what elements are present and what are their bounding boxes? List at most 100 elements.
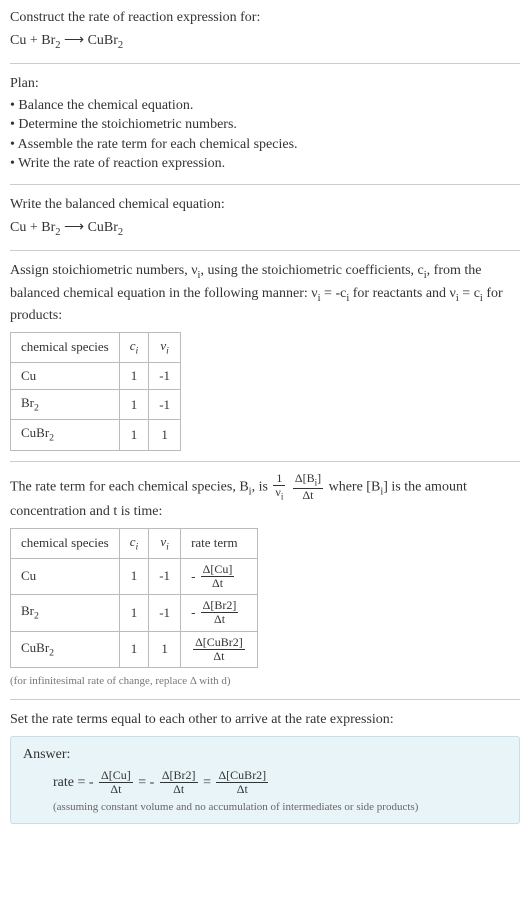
eq-arrow: ⟶ <box>60 33 87 48</box>
equals: = <box>203 774 214 789</box>
col-vi: νi <box>149 332 181 362</box>
col-vi: νi <box>149 528 181 558</box>
cell-ci: 1 <box>119 595 149 631</box>
text: , using the stoichiometric coefficients,… <box>200 263 423 278</box>
frac-den: Δt <box>160 783 198 796</box>
divider <box>10 63 520 64</box>
text: Br <box>21 395 34 410</box>
eq-rhs: CuBr <box>88 33 118 48</box>
cell-vi: -1 <box>149 362 181 389</box>
rateterm-table: chemical species ci νi rate term Cu 1 -1… <box>10 528 258 668</box>
table-row: CuBr2 1 1 <box>11 420 181 450</box>
cell-vi: -1 <box>149 558 181 594</box>
plan-item: Write the rate of reaction expression. <box>10 154 520 174</box>
plan-heading: Plan: <box>10 74 520 94</box>
table-row: Br2 1 -1 - Δ[Br2] Δt <box>11 595 258 631</box>
rate-frac: Δ[Cu] Δt <box>201 563 235 590</box>
balanced-equation: Cu + Br2 ⟶ CuBr2 <box>10 218 520 240</box>
col-species: chemical species <box>11 528 120 558</box>
prompt-text: Construct the rate of reaction expressio… <box>10 10 260 25</box>
cell-rate: Δ[CuBr2] Δt <box>181 631 258 667</box>
cell-species: Cu <box>11 558 120 594</box>
text: , is <box>252 479 272 494</box>
answer-label: Answer: <box>23 745 507 765</box>
cell-ci: 1 <box>119 631 149 667</box>
frac-den: νi <box>273 486 285 502</box>
neg-sign: - <box>150 774 155 789</box>
divider <box>10 250 520 251</box>
table-row: Cu 1 -1 <box>11 362 181 389</box>
eq-cubr-sub: 2 <box>118 39 123 50</box>
text: Δ[B <box>295 471 315 485</box>
text: ] <box>317 471 321 485</box>
eq-cubr-sub: 2 <box>118 226 123 237</box>
rate-frac: Δ[CuBr2] Δt <box>193 636 245 663</box>
neg-sign: - <box>89 774 94 789</box>
table-row: Br2 1 -1 <box>11 390 181 420</box>
divider <box>10 184 520 185</box>
table-row: Cu 1 -1 - Δ[Cu] Δt <box>11 558 258 594</box>
plan-item: Balance the chemical equation. <box>10 96 520 116</box>
frac-den: Δt <box>193 650 245 663</box>
text: CuBr <box>21 640 49 655</box>
cell-species: Br2 <box>11 595 120 631</box>
cell-ci: 1 <box>119 558 149 594</box>
frac-dbi-dt: Δ[Bi] Δt <box>293 472 323 502</box>
table-row: CuBr2 1 1 Δ[CuBr2] Δt <box>11 631 258 667</box>
rate-frac: Δ[Cu] Δt <box>99 769 133 796</box>
answer-box: Answer: rate = - Δ[Cu] Δt = - Δ[Br2] Δt … <box>10 736 520 824</box>
frac-den: Δt <box>216 783 268 796</box>
stoich-intro: Assign stoichiometric numbers, νi, using… <box>10 261 520 326</box>
rate-prefix: rate = <box>53 774 89 789</box>
divider <box>10 699 520 700</box>
cell-ci: 1 <box>119 390 149 420</box>
reaction-equation: Cu + Br2 ⟶ CuBr2 <box>10 31 520 53</box>
eq-rhs: CuBr <box>88 220 118 235</box>
rate-frac: Δ[Br2] Δt <box>160 769 198 796</box>
cell-species: CuBr2 <box>11 420 120 450</box>
stoich-table: chemical species ci νi Cu 1 -1 Br2 1 -1 … <box>10 332 181 451</box>
cell-rate: - Δ[Br2] Δt <box>181 595 258 631</box>
frac-num: Δ[Br2] <box>160 769 198 783</box>
table-header-row: chemical species ci νi <box>11 332 181 362</box>
sub: 2 <box>49 647 54 658</box>
frac-num: Δ[Cu] <box>99 769 133 783</box>
text: = c <box>459 286 480 301</box>
eq-arrow: ⟶ <box>60 220 87 235</box>
rate-frac: Δ[Br2] Δt <box>201 599 239 626</box>
cell-vi: -1 <box>149 595 181 631</box>
final-heading: Set the rate terms equal to each other t… <box>10 710 520 730</box>
text: where [B <box>329 479 381 494</box>
col-species: chemical species <box>11 332 120 362</box>
plan-item: Assemble the rate term for each chemical… <box>10 135 520 155</box>
eq-lhs: Cu + Br <box>10 220 55 235</box>
eq-lhs: Cu + Br <box>10 33 55 48</box>
frac-num: Δ[Br2] <box>201 599 239 613</box>
rate-frac: Δ[CuBr2] Δt <box>216 769 268 796</box>
rateterm-footnote: (for infinitesimal rate of change, repla… <box>10 674 520 689</box>
cell-species: CuBr2 <box>11 631 120 667</box>
sub: 2 <box>49 433 54 444</box>
table-header-row: chemical species ci νi rate term <box>11 528 258 558</box>
text: CuBr <box>21 425 49 440</box>
col-ci: ci <box>119 332 149 362</box>
frac-den: Δt <box>293 489 323 502</box>
frac-den: Δt <box>201 613 239 626</box>
text: = -c <box>321 286 347 301</box>
text: for reactants and ν <box>349 286 456 301</box>
col-ci: ci <box>119 528 149 558</box>
cell-vi: 1 <box>149 420 181 450</box>
plan-list: Balance the chemical equation. Determine… <box>10 96 520 174</box>
text: The rate term for each chemical species,… <box>10 479 249 494</box>
frac-one-over-nu: 1 νi <box>273 472 285 502</box>
answer-rate-expression: rate = - Δ[Cu] Δt = - Δ[Br2] Δt = Δ[CuBr… <box>53 769 507 796</box>
neg-sign: - <box>191 605 195 620</box>
text: Assign stoichiometric numbers, ν <box>10 263 198 278</box>
frac-num: Δ[CuBr2] <box>216 769 268 783</box>
cell-rate: - Δ[Cu] Δt <box>181 558 258 594</box>
neg-sign: - <box>191 568 195 583</box>
text: Br <box>21 603 34 618</box>
sub: 2 <box>34 403 39 414</box>
frac-num: 1 <box>273 472 285 486</box>
sub: 2 <box>34 611 39 622</box>
